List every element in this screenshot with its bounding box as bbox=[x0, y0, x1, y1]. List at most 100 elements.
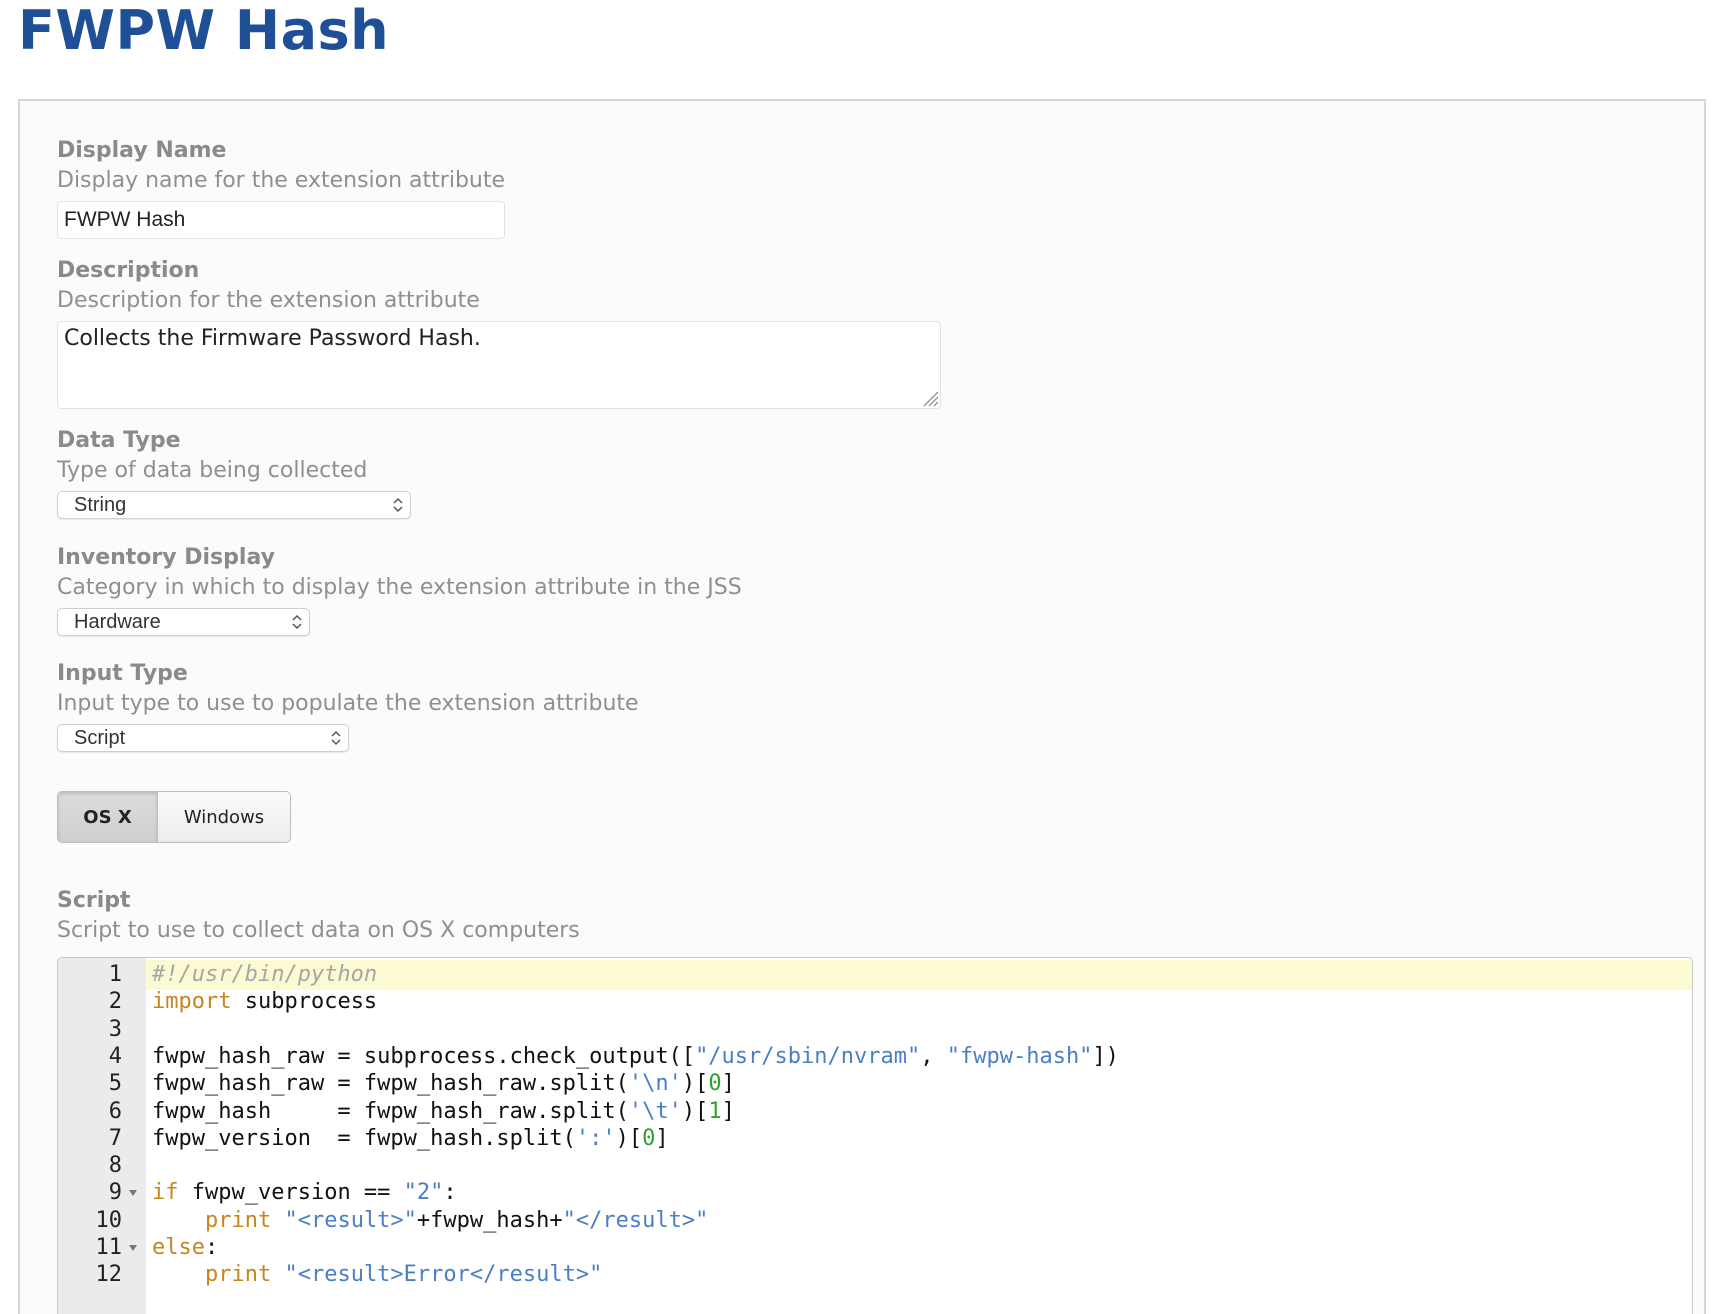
tab-os-x[interactable]: OS X bbox=[58, 792, 158, 842]
inventory-display-select[interactable]: Hardware bbox=[57, 608, 310, 636]
display-name-input[interactable]: FWPW Hash bbox=[57, 201, 505, 239]
line-number: 8 bbox=[108, 1153, 122, 1179]
code-text: fwpw_hash_raw = subprocess.check_output(… bbox=[146, 1042, 1692, 1072]
code-line[interactable]: 3 bbox=[58, 1015, 1692, 1045]
display-name-help: Display name for the extension attribute bbox=[57, 168, 506, 193]
code-line[interactable]: 1 #!/usr/bin/python bbox=[58, 960, 1692, 990]
line-number: 6 bbox=[108, 1098, 122, 1124]
line-number: 5 bbox=[108, 1071, 122, 1097]
data-type-label: Data Type bbox=[57, 428, 181, 453]
code-line[interactable]: 12 print "<result>Error</result>" bbox=[58, 1260, 1692, 1290]
line-number: 7 bbox=[108, 1125, 122, 1151]
line-number: 1 bbox=[108, 962, 122, 987]
page-title: FWPW Hash bbox=[18, 0, 390, 62]
code-token: fwpw_hash_raw = fwpw_hash_raw.split( bbox=[152, 1071, 629, 1097]
code-token: , bbox=[920, 1043, 947, 1069]
code-token: '\t' bbox=[628, 1098, 682, 1124]
input-type-label: Input Type bbox=[57, 661, 188, 686]
line-number: 9 bbox=[108, 1180, 122, 1206]
code-token: "fwpw-hash" bbox=[946, 1043, 1093, 1069]
script-code-editor[interactable]: 1 #!/usr/bin/python 2 import subprocess 3 4 fw… bbox=[57, 957, 1693, 1314]
code-text: #!/usr/bin/python bbox=[146, 960, 1692, 990]
display-name-field: Display Name Display name for the extens… bbox=[57, 137, 505, 239]
code-token: subprocess bbox=[231, 989, 378, 1015]
code-token: import bbox=[152, 989, 232, 1015]
code-line[interactable]: 5 fwpw_hash_raw = fwpw_hash_raw.split('\n… bbox=[58, 1069, 1692, 1099]
code-token: "2" bbox=[403, 1180, 444, 1206]
select-chevron-icon bbox=[292, 614, 302, 630]
script-field: Script Script to use to collect data on … bbox=[57, 887, 580, 945]
inventory-display-label: Inventory Display bbox=[57, 545, 275, 570]
code-token: print bbox=[204, 1262, 272, 1288]
code-text: fwpw_hash = fwpw_hash_raw.split('\t')[1] bbox=[146, 1097, 1692, 1127]
code-token: 0 bbox=[642, 1125, 656, 1151]
code-line[interactable]: 9 if fwpw_version == "2": bbox=[58, 1178, 1692, 1208]
code-token: 0 bbox=[708, 1071, 722, 1097]
description-value: Collects the Firmware Password Hash. bbox=[64, 326, 481, 351]
code-line[interactable]: 6 fwpw_hash = fwpw_hash_raw.split('\t')[1… bbox=[58, 1097, 1692, 1127]
inventory-display-field: Inventory Display Category in which to d… bbox=[57, 544, 742, 636]
description-textarea[interactable]: Collects the Firmware Password Hash. bbox=[57, 321, 941, 409]
code-token: #!/usr/bin/python bbox=[152, 962, 378, 987]
select-chevron-icon bbox=[331, 730, 341, 746]
code-line[interactable]: 2 import subprocess bbox=[58, 987, 1692, 1017]
code-token: )[ bbox=[615, 1125, 643, 1151]
fold-arrow-icon[interactable] bbox=[128, 1189, 138, 1197]
code-token: fwpw_version = fwpw_hash.split( bbox=[152, 1125, 576, 1151]
description-label: Description bbox=[57, 258, 200, 283]
code-line[interactable]: 4 fwpw_hash_raw = subprocess.check_output… bbox=[58, 1042, 1692, 1072]
code-line[interactable]: 10 print "<result>"+fwpw_hash+"</result>… bbox=[58, 1206, 1692, 1236]
input-type-select[interactable]: Script bbox=[57, 724, 349, 752]
code-text: fwpw_hash_raw = fwpw_hash_raw.split('\n'… bbox=[146, 1069, 1692, 1099]
inventory-display-selected: Hardware bbox=[74, 611, 161, 633]
code-token: ] bbox=[721, 1098, 735, 1124]
code-token: fwpw_hash_raw = subprocess.check_output(… bbox=[152, 1043, 696, 1069]
code-token: )[ bbox=[681, 1071, 709, 1097]
code-token: 1 bbox=[708, 1098, 722, 1124]
line-number: 11 bbox=[95, 1235, 123, 1260]
code-token: "<result>Error</result>" bbox=[284, 1262, 603, 1288]
code-token: ]) bbox=[1092, 1043, 1119, 1069]
display-name-label: Display Name bbox=[57, 138, 227, 163]
code-token: ':' bbox=[575, 1125, 616, 1151]
data-type-select[interactable]: String bbox=[57, 491, 411, 519]
code-token: )[ bbox=[681, 1098, 709, 1124]
inventory-display-help: Category in which to display the extensi… bbox=[57, 575, 742, 600]
resize-handle-icon[interactable] bbox=[919, 387, 939, 407]
fold-arrow-icon[interactable] bbox=[128, 1244, 138, 1252]
code-token: +fwpw_hash+ bbox=[416, 1207, 563, 1233]
code-line[interactable]: 7 fwpw_version = fwpw_hash.split(':')[0] bbox=[58, 1124, 1692, 1154]
tab-windows[interactable]: Windows bbox=[158, 792, 290, 842]
code-token: if bbox=[152, 1180, 179, 1206]
code-token: : bbox=[204, 1235, 219, 1260]
line-number: 3 bbox=[108, 1016, 122, 1042]
select-chevron-icon bbox=[393, 497, 403, 513]
data-type-field: Data Type Type of data being collected S… bbox=[57, 427, 411, 519]
data-type-help: Type of data being collected bbox=[57, 458, 368, 483]
code-line[interactable]: 11 else: bbox=[58, 1233, 1692, 1263]
code-text: if fwpw_version == "2": bbox=[146, 1178, 1692, 1208]
line-number: 4 bbox=[108, 1043, 122, 1069]
input-type-field: Input Type Input type to use to populate… bbox=[57, 660, 639, 752]
code-token: '\n' bbox=[628, 1071, 682, 1097]
code-line[interactable]: 8 bbox=[58, 1151, 1692, 1181]
line-number: 10 bbox=[95, 1207, 123, 1233]
code-token: else bbox=[152, 1235, 205, 1260]
code-text: print "<result>Error</result>" bbox=[146, 1260, 1692, 1290]
description-field: Description Description for the extensio… bbox=[57, 257, 941, 409]
code-text: print "<result>"+fwpw_hash+"</result>" bbox=[146, 1206, 1692, 1236]
extension-attribute-panel: Display Name Display name for the extens… bbox=[18, 99, 1706, 1314]
code-token: : bbox=[443, 1180, 457, 1206]
code-token: ] bbox=[655, 1125, 669, 1151]
code-token: "</result>" bbox=[562, 1207, 709, 1233]
script-label: Script bbox=[57, 888, 131, 913]
platform-segmented-control: OS X Windows bbox=[57, 791, 291, 843]
code-token: "<result>" bbox=[284, 1207, 417, 1233]
code-token: ] bbox=[721, 1071, 735, 1097]
